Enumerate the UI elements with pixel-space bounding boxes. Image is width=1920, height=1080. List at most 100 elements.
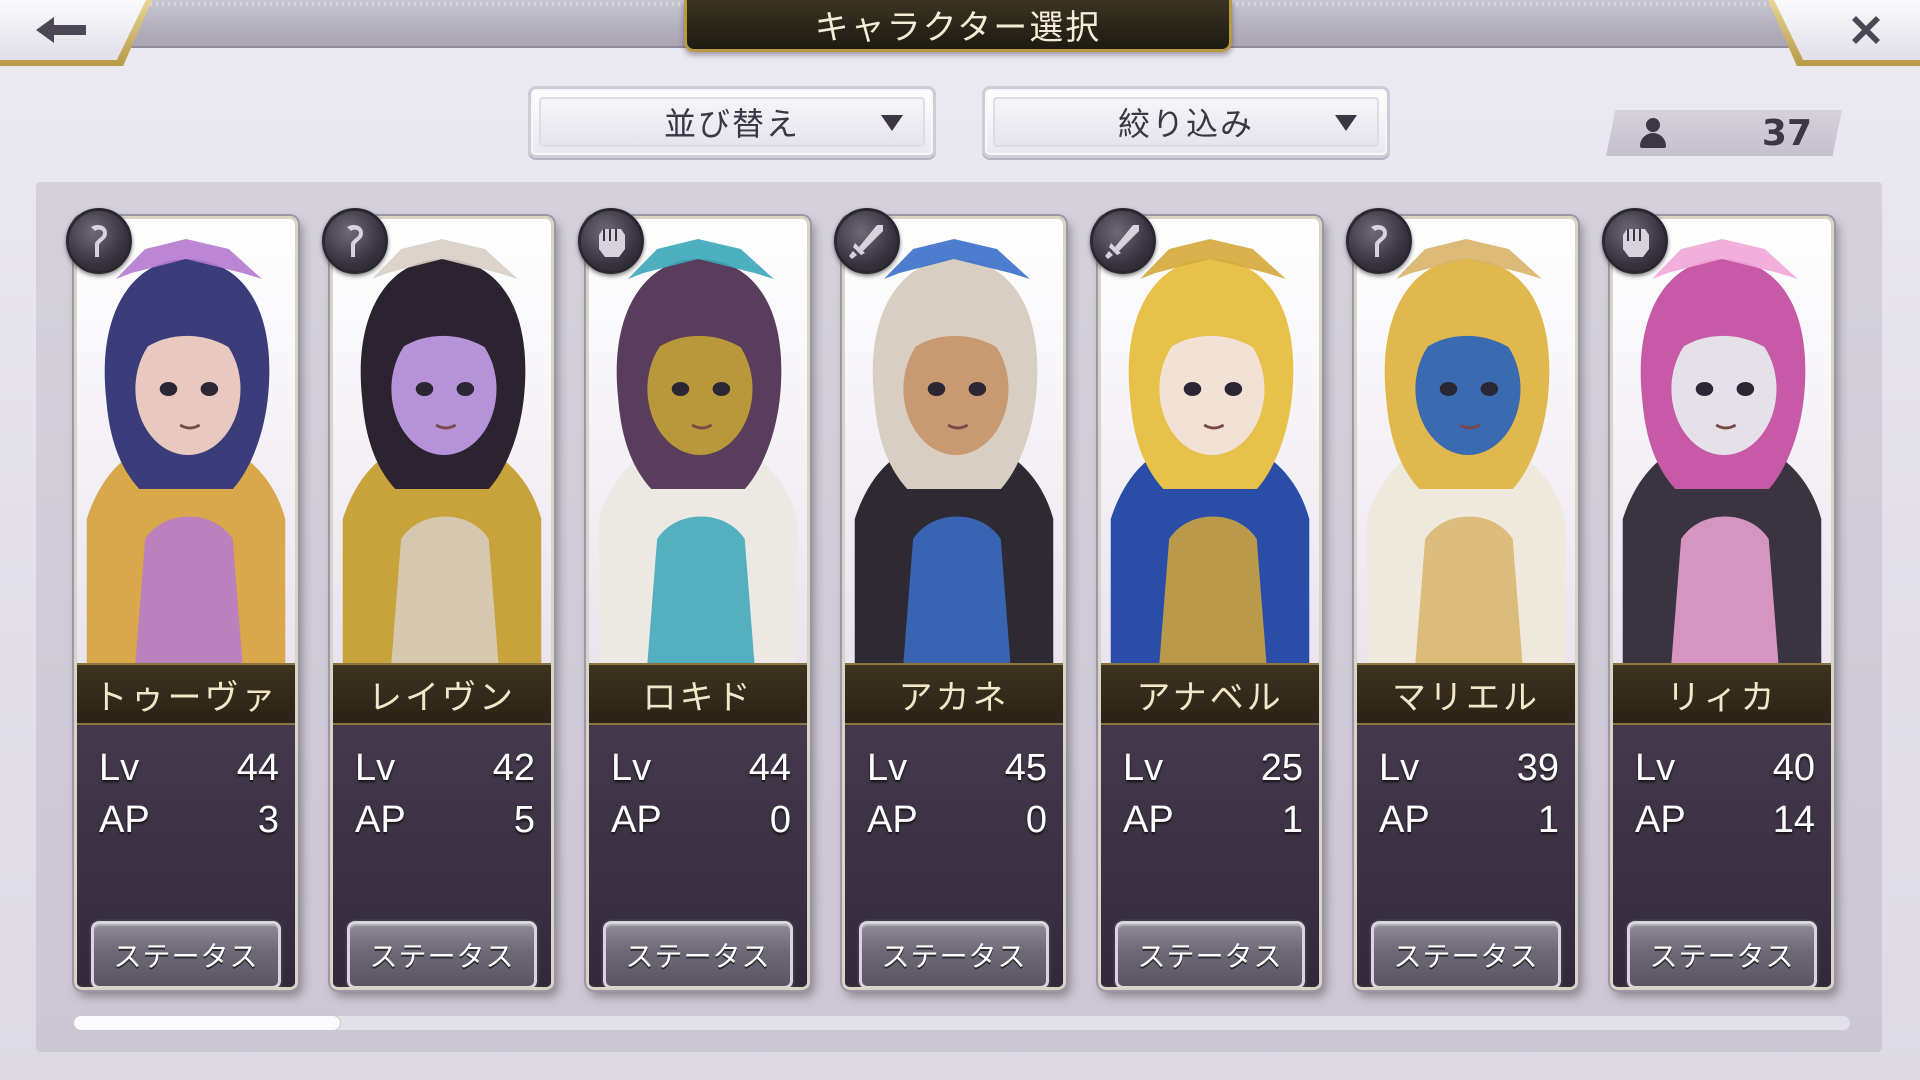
chevron-down-icon xyxy=(1335,115,1357,131)
character-portrait[interactable] xyxy=(333,219,551,663)
character-stats: Lv 44 AP 3 ステータス xyxy=(77,725,295,987)
horizontal-scrollbar[interactable] xyxy=(74,1016,1850,1030)
sort-label: 並び替え xyxy=(663,105,800,143)
character-card[interactable]: リィカ Lv 40 AP 14 ステータス xyxy=(1610,216,1834,990)
character-name-plate: アカネ xyxy=(845,663,1063,725)
character-name: リィカ xyxy=(1666,677,1778,718)
level-value: 42 xyxy=(492,746,535,789)
level-label: Lv xyxy=(1635,746,1676,789)
character-name: アナベル xyxy=(1136,677,1284,718)
character-portrait[interactable] xyxy=(845,219,1063,663)
character-stats: Lv 39 AP 1 ステータス xyxy=(1357,725,1575,987)
status-button-label: ステータス xyxy=(113,940,259,973)
page-title: キャラクター選択 xyxy=(814,8,1102,48)
level-row: Lv 42 xyxy=(355,745,535,791)
character-card[interactable]: アナベル Lv 25 AP 1 ステータス xyxy=(1098,216,1322,990)
character-name-plate: リィカ xyxy=(1613,663,1831,725)
ap-row: AP 0 xyxy=(867,797,1047,843)
character-name-plate: トゥーヴァ xyxy=(77,663,295,725)
character-count-badge: 37 xyxy=(1606,110,1842,156)
ap-value: 14 xyxy=(1772,798,1815,841)
ap-value: 1 xyxy=(1281,798,1303,841)
filter-label: 絞り込み xyxy=(1117,105,1254,143)
status-button[interactable]: ステータス xyxy=(859,921,1049,987)
ap-label: AP xyxy=(1635,798,1686,841)
level-row: Lv 45 xyxy=(867,745,1047,791)
character-portrait[interactable] xyxy=(1613,219,1831,663)
level-label: Lv xyxy=(1123,746,1164,789)
chevron-down-icon xyxy=(881,115,903,131)
character-portrait[interactable] xyxy=(589,219,807,663)
ap-row: AP 1 xyxy=(1379,797,1559,843)
character-portrait[interactable] xyxy=(77,219,295,663)
character-stats: Lv 40 AP 14 ステータス xyxy=(1613,725,1831,987)
ap-row: AP 0 xyxy=(611,797,791,843)
character-stats: Lv 45 AP 0 ステータス xyxy=(845,725,1063,987)
character-stats: Lv 42 AP 5 ステータス xyxy=(333,725,551,987)
ap-value: 1 xyxy=(1537,798,1559,841)
character-name-plate: ロキド xyxy=(589,663,807,725)
status-button-label: ステータス xyxy=(881,940,1027,973)
sword-icon xyxy=(1090,208,1156,274)
status-button-label: ステータス xyxy=(1649,940,1795,973)
ap-row: AP 5 xyxy=(355,797,535,843)
status-button[interactable]: ステータス xyxy=(91,921,281,987)
screen-title-plate: キャラクター選択 xyxy=(684,0,1232,52)
ap-label: AP xyxy=(99,798,150,841)
character-name: マリエル xyxy=(1392,677,1540,718)
sort-dropdown[interactable]: 並び替え xyxy=(528,86,936,158)
ap-row: AP 3 xyxy=(99,797,279,843)
status-button[interactable]: ステータス xyxy=(347,921,537,987)
character-stats: Lv 25 AP 1 ステータス xyxy=(1101,725,1319,987)
staff-icon xyxy=(322,208,388,274)
character-portrait[interactable] xyxy=(1357,219,1575,663)
ap-value: 0 xyxy=(1025,798,1047,841)
ap-label: AP xyxy=(1379,798,1430,841)
level-row: Lv 25 xyxy=(1123,745,1303,791)
scrollbar-thumb[interactable] xyxy=(74,1016,341,1030)
status-button[interactable]: ステータス xyxy=(1115,921,1305,987)
fist-icon xyxy=(578,208,644,274)
ap-value: 5 xyxy=(513,798,535,841)
status-button[interactable]: ステータス xyxy=(1371,921,1561,987)
level-label: Lv xyxy=(355,746,396,789)
character-name: レイヴン xyxy=(368,677,516,718)
character-count: 37 xyxy=(1761,112,1812,154)
character-card[interactable]: アカネ Lv 45 AP 0 ステータス xyxy=(842,216,1066,990)
character-list-panel: トゥーヴァ Lv 44 AP 3 ステータス レイヴン Lv 42 AP 5 ス… xyxy=(36,182,1882,1052)
ap-row: AP 14 xyxy=(1635,797,1815,843)
level-value: 40 xyxy=(1772,746,1815,789)
status-button-label: ステータス xyxy=(1137,940,1283,973)
ap-label: AP xyxy=(355,798,406,841)
filter-dropdown[interactable]: 絞り込み xyxy=(982,86,1390,158)
staff-icon xyxy=(66,208,132,274)
character-card[interactable]: トゥーヴァ Lv 44 AP 3 ステータス xyxy=(74,216,298,990)
ap-row: AP 1 xyxy=(1123,797,1303,843)
staff-icon xyxy=(1346,208,1412,274)
ap-label: AP xyxy=(1123,798,1174,841)
sword-icon xyxy=(834,208,900,274)
status-button-label: ステータス xyxy=(369,940,515,973)
level-row: Lv 44 xyxy=(99,745,279,791)
character-name: トゥーヴァ xyxy=(93,677,279,718)
status-button-label: ステータス xyxy=(1393,940,1539,973)
level-value: 39 xyxy=(1516,746,1559,789)
character-portrait[interactable] xyxy=(1101,219,1319,663)
ap-value: 0 xyxy=(769,798,791,841)
ap-label: AP xyxy=(611,798,662,841)
character-name-plate: レイヴン xyxy=(333,663,551,725)
level-label: Lv xyxy=(99,746,140,789)
character-card[interactable]: レイヴン Lv 42 AP 5 ステータス xyxy=(330,216,554,990)
level-label: Lv xyxy=(867,746,908,789)
character-card[interactable]: ロキド Lv 44 AP 0 ステータス xyxy=(586,216,810,990)
character-stats: Lv 44 AP 0 ステータス xyxy=(589,725,807,987)
level-row: Lv 39 xyxy=(1379,745,1559,791)
ap-label: AP xyxy=(867,798,918,841)
close-icon xyxy=(1852,16,1880,44)
status-button[interactable]: ステータス xyxy=(1627,921,1817,987)
status-button-label: ステータス xyxy=(625,940,771,973)
character-card[interactable]: マリエル Lv 39 AP 1 ステータス xyxy=(1354,216,1578,990)
left-arrow-icon xyxy=(36,17,86,43)
level-row: Lv 40 xyxy=(1635,745,1815,791)
status-button[interactable]: ステータス xyxy=(603,921,793,987)
